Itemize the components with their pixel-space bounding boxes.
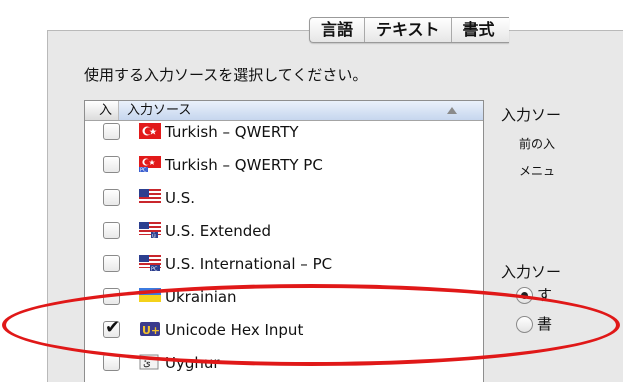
uyghur-icon: ئ	[139, 354, 161, 370]
shortcuts-heading: 入力ソー	[501, 106, 562, 124]
list-item-turkish-qwerty[interactable]: Turkish – QWERTY	[85, 115, 483, 148]
turkish-pc-flag-icon: PC	[139, 156, 161, 172]
enable-checkbox-turkish-qwerty[interactable]	[103, 123, 120, 140]
list-item-turkish-qwerty-pc[interactable]: PC Turkish – QWERTY PC	[85, 148, 483, 181]
enable-checkbox-unicode-hex-input[interactable]: ✔	[103, 317, 120, 338]
turkish-flag-icon	[139, 123, 161, 139]
tab-bar: 言語 テキスト 書式	[309, 17, 509, 43]
previous-source-label: 前の入	[519, 137, 556, 151]
svg-text:ü: ü	[152, 233, 156, 239]
enable-checkbox-us-extended[interactable]	[103, 222, 120, 239]
list-item-label: Turkish – QWERTY	[165, 123, 299, 141]
us-extended-flag-icon: ü	[139, 222, 161, 238]
enable-checkbox-us[interactable]	[103, 189, 120, 206]
menu-text-label: メニュ	[519, 164, 556, 178]
enable-checkbox-turkish-qwerty-pc[interactable]	[103, 156, 120, 173]
ukraine-flag-icon	[139, 288, 161, 304]
list-item-us[interactable]: U.S.	[85, 181, 483, 214]
tab-text[interactable]: テキスト	[365, 18, 452, 42]
svg-text:U+: U+	[142, 324, 160, 337]
svg-text:PC: PC	[140, 168, 147, 173]
list-item-uyghur[interactable]: ئ Uyghur	[85, 346, 483, 379]
radio-option-2-label: 書	[537, 315, 553, 333]
list-item-label: U.S.	[165, 189, 196, 207]
svg-text:ئ: ئ	[143, 358, 151, 369]
enable-checkbox-ukrainian[interactable]	[103, 288, 120, 305]
list-item-us-international-pc[interactable]: PC U.S. International – PC	[85, 247, 483, 280]
enable-checkbox-uyghur[interactable]	[103, 354, 120, 371]
enable-checkbox-us-international-pc[interactable]	[103, 255, 120, 272]
us-international-flag-icon: PC	[139, 255, 161, 271]
list-item-us-extended[interactable]: ü U.S. Extended	[85, 214, 483, 247]
tab-language[interactable]: 言語	[310, 18, 366, 42]
list-item-unicode-hex-input[interactable]: ✔ U+ Unicode Hex Input	[85, 313, 483, 346]
list-item-label: Turkish – QWERTY PC	[165, 156, 323, 174]
list-item-label: Unicode Hex Input	[165, 321, 304, 339]
radio-option-2[interactable]	[516, 316, 533, 333]
list-item-label: U.S. Extended	[165, 222, 272, 240]
radio-option-1-label: す	[537, 286, 553, 304]
unicode-hex-icon: U+	[139, 321, 161, 337]
svg-text:PC: PC	[151, 267, 158, 272]
us-flag-icon	[139, 189, 161, 205]
instruction-text: 使用する入力ソースを選択してください。	[84, 66, 368, 84]
sort-ascending-icon	[447, 107, 457, 114]
list-item-label: Uyghur	[165, 354, 220, 372]
list-item-label: U.S. International – PC	[165, 255, 333, 273]
list-item-ukrainian[interactable]: Ukrainian	[85, 280, 483, 313]
radio-option-1[interactable]	[516, 287, 533, 304]
input-source-list[interactable]: 入 入力ソース Turkish – QWERTY PC Turkish – QW…	[84, 100, 484, 382]
tab-formats[interactable]: 書式	[452, 18, 509, 42]
options-heading: 入力ソー	[501, 263, 562, 281]
list-item-label: Ukrainian	[165, 288, 237, 306]
checkmark-icon: ✔	[105, 317, 121, 337]
